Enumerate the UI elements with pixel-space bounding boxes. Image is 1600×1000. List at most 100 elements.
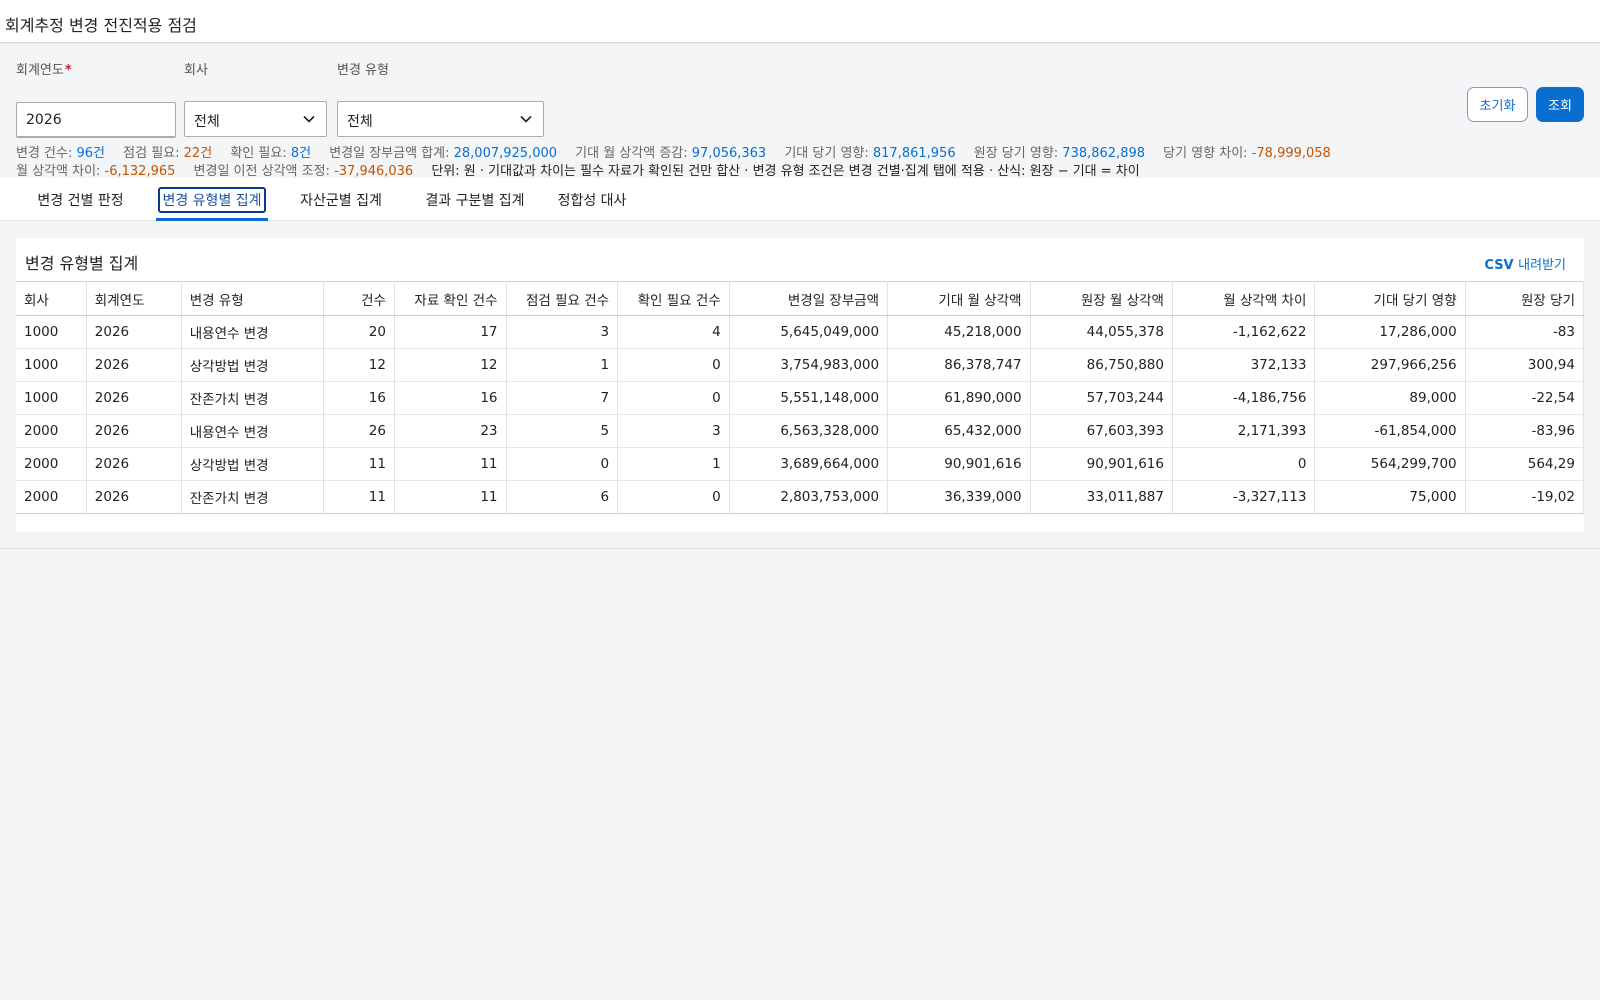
cell-year: 2026: [86, 414, 182, 448]
cell-book-value: 3,689,664,000: [729, 447, 889, 481]
change-type-label: 변경 유형: [337, 63, 389, 78]
cell-monthly-diff: -3,327,113: [1172, 480, 1316, 514]
cell-expected-monthly: 65,432,000: [887, 414, 1031, 448]
table-row[interactable]: 2000 2026 상각방법 변경 11 11 0 1 3,689,664,000 90,901…: [16, 447, 1584, 481]
reset-button[interactable]: 초기화: [1467, 87, 1528, 122]
cell-change-type: 상각방법 변경: [181, 447, 325, 481]
table-row[interactable]: 2000 2026 내용연수 변경 26 23 5 3 6,563,328,000 65,432…: [16, 414, 1584, 448]
tab-by-change-type[interactable]: 변경 유형별 집계: [156, 178, 268, 221]
cell-ledger-monthly: 67,603,393: [1030, 414, 1173, 448]
cell-company: 2000: [16, 480, 87, 514]
tab-by-result[interactable]: 결과 구분별 집계: [412, 178, 538, 221]
cell-confirm-needed: 3: [617, 414, 730, 448]
summary-review-needed: 점검 필요: 22건: [123, 146, 213, 161]
cell-expected-period: 75,000: [1314, 480, 1466, 514]
summary-confirm-needed: 확인 필요: 8건: [230, 146, 312, 161]
chevron-down-icon: [520, 115, 532, 123]
cell-review-needed: 5: [506, 414, 619, 448]
cell-data-confirmed: 11: [394, 447, 507, 481]
change-type-select[interactable]: 전체: [337, 101, 544, 137]
cell-ledger-monthly: 44,055,378: [1030, 315, 1173, 349]
active-tab-indicator: [156, 218, 268, 221]
col-header-count[interactable]: 건수: [323, 281, 395, 316]
summary-prior-adjustment: 변경일 이전 상각액 조정: -37,946,036: [193, 164, 414, 179]
cell-count: 20: [323, 315, 395, 349]
table-row[interactable]: 1000 2026 잔존가치 변경 16 16 7 0 5,551,148,000 61,890…: [16, 381, 1584, 415]
col-header-monthly-diff[interactable]: 월 상각액 차이: [1172, 281, 1316, 316]
search-button[interactable]: 조회: [1536, 87, 1584, 122]
cell-data-confirmed: 11: [394, 480, 507, 514]
required-mark: *: [64, 63, 72, 78]
cell-ledger-monthly: 90,901,616: [1030, 447, 1173, 481]
cell-expected-period: 89,000: [1314, 381, 1466, 415]
summary-panel: 변경 유형별 집계 CSV 내려받기 회사 회계연도 변경 유형 건수 자료 확…: [16, 238, 1584, 532]
summary-line-2: 월 상각액 차이: -6,132,965 변경일 이전 상각액 조정: -37,…: [16, 160, 1586, 179]
table-row[interactable]: 2000 2026 잔존가치 변경 11 11 6 0 2,803,753,000 36,339…: [16, 480, 1584, 514]
cell-count: 16: [323, 381, 395, 415]
cell-review-needed: 1: [506, 348, 619, 382]
change-type-filter: 변경 유형 전체: [337, 59, 544, 137]
cell-ledger-monthly: 86,750,880: [1030, 348, 1173, 382]
cell-data-confirmed: 17: [394, 315, 507, 349]
cell-ledger-period: -83,96: [1465, 414, 1584, 448]
cell-ledger-period: 564,29: [1465, 447, 1584, 481]
tab-by-asset-class[interactable]: 자산군별 집계: [285, 178, 397, 221]
cell-year: 2026: [86, 381, 182, 415]
col-header-expected-period[interactable]: 기대 당기 영향: [1314, 281, 1466, 316]
cell-review-needed: 7: [506, 381, 619, 415]
cell-confirm-needed: 0: [617, 480, 730, 514]
col-header-expected-monthly[interactable]: 기대 월 상각액: [887, 281, 1031, 316]
summary-line-1: 변경 건수: 96건 점검 필요: 22건 확인 필요: 8건 변경일 장부금액…: [16, 142, 1586, 161]
cell-monthly-diff: -4,186,756: [1172, 381, 1316, 415]
col-header-change-type[interactable]: 변경 유형: [181, 281, 325, 316]
year-input[interactable]: 2026: [16, 102, 176, 138]
cell-book-value: 5,551,148,000: [729, 381, 889, 415]
col-header-data-confirmed[interactable]: 자료 확인 건수: [394, 281, 507, 316]
tab-by-change[interactable]: 변경 건별 판정: [22, 178, 139, 221]
title-bar: 회계추정 변경 전진적용 점검: [0, 0, 1600, 43]
cell-year: 2026: [86, 480, 182, 514]
cell-change-type: 내용연수 변경: [181, 414, 325, 448]
summary-change-count: 변경 건수: 96건: [16, 146, 106, 161]
company-filter: 회사 전체: [184, 59, 327, 137]
col-header-book-value[interactable]: 변경일 장부금액: [729, 281, 889, 316]
cell-year: 2026: [86, 315, 182, 349]
company-select-value: 전체: [194, 114, 220, 130]
cell-review-needed: 3: [506, 315, 619, 349]
summary-book-value-total: 변경일 장부금액 합계: 28,007,925,000: [329, 146, 558, 161]
tab-reconciliation[interactable]: 정합성 대사: [548, 178, 636, 221]
cell-data-confirmed: 23: [394, 414, 507, 448]
cell-expected-period: -61,854,000: [1314, 414, 1466, 448]
cell-review-needed: 6: [506, 480, 619, 514]
col-header-confirm-needed[interactable]: 확인 필요 건수: [617, 281, 730, 316]
col-header-ledger-period[interactable]: 원장 당기: [1465, 281, 1584, 316]
cell-book-value: 3,754,983,000: [729, 348, 889, 382]
col-header-ledger-monthly[interactable]: 원장 월 상각액: [1030, 281, 1173, 316]
tab-bar: 변경 건별 판정 변경 유형별 집계 자산군별 집계 결과 구분별 집계 정합성…: [0, 178, 1600, 221]
cell-book-value: 5,645,049,000: [729, 315, 889, 349]
summary-ledger-period: 원장 당기 영향: 738,862,898: [973, 146, 1146, 161]
col-header-company[interactable]: 회사: [16, 281, 87, 316]
cell-book-value: 6,563,328,000: [729, 414, 889, 448]
table-row[interactable]: 1000 2026 상각방법 변경 12 12 1 0 3,754,983,000 86,378…: [16, 348, 1584, 382]
cell-confirm-needed: 0: [617, 348, 730, 382]
year-label: 회계연도*: [16, 63, 72, 78]
change-type-select-value: 전체: [347, 114, 373, 130]
csv-download-link[interactable]: CSV 내려받기: [1484, 254, 1566, 273]
summary-monthly-diff: 월 상각액 차이: -6,132,965: [16, 164, 176, 179]
cell-monthly-diff: -1,162,622: [1172, 315, 1316, 349]
cell-expected-monthly: 86,378,747: [887, 348, 1031, 382]
col-header-review-needed[interactable]: 점검 필요 건수: [506, 281, 619, 316]
cell-change-type: 잔존가치 변경: [181, 480, 325, 514]
col-header-year[interactable]: 회계연도: [86, 281, 182, 316]
summary-note: 단위: 원 · 기대값과 차이는 필수 자료가 확인된 건만 합산 · 변경 유…: [431, 164, 1140, 179]
summary-period-diff: 당기 영향 차이: -78,999,058: [1163, 146, 1331, 161]
cell-ledger-monthly: 57,703,244: [1030, 381, 1173, 415]
cell-confirm-needed: 0: [617, 381, 730, 415]
table-row[interactable]: 1000 2026 내용연수 변경 20 17 3 4 5,645,049,000 45,218…: [16, 315, 1584, 349]
company-select[interactable]: 전체: [184, 101, 327, 137]
cell-book-value: 2,803,753,000: [729, 480, 889, 514]
cell-expected-period: 17,286,000: [1314, 315, 1466, 349]
cell-count: 11: [323, 480, 395, 514]
cell-confirm-needed: 4: [617, 315, 730, 349]
